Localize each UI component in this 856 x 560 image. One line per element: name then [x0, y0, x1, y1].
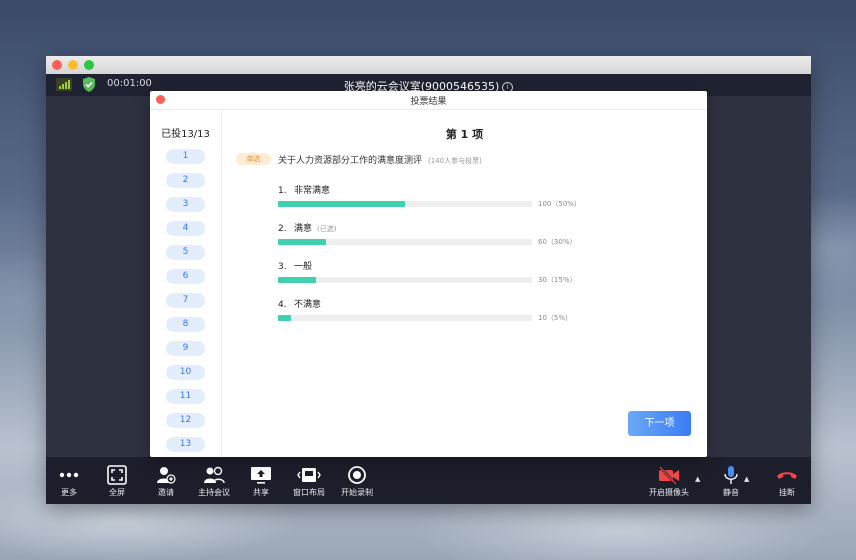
participant-count: (140人参与投票)	[428, 157, 482, 165]
single-choice-badge: 单选	[236, 153, 271, 165]
more-label: 更多	[61, 488, 77, 497]
result-bar	[278, 239, 532, 245]
fullscreen-button[interactable]: 全屏	[94, 465, 140, 498]
question-item[interactable]: 10	[166, 365, 205, 380]
camera-off-icon	[659, 466, 679, 485]
question-item[interactable]: 5	[166, 245, 205, 260]
invite-label: 邀请	[158, 488, 174, 497]
share-icon	[251, 467, 271, 484]
hangup-label: 挂断	[779, 488, 795, 497]
host-label: 主持会议	[198, 488, 230, 497]
hangup-icon	[777, 472, 797, 479]
question-item[interactable]: 4	[166, 221, 205, 236]
next-question-button[interactable]: 下一项	[628, 411, 691, 436]
camera-options-caret[interactable]: ▲	[695, 475, 700, 483]
camera-label: 开启摄像头	[649, 488, 689, 497]
result-bar-fill	[278, 201, 405, 207]
question-text: 关于人力资源部分工作的满意度测评 (140人参与投票)	[278, 153, 482, 166]
question-heading: 第 1 项	[445, 128, 484, 141]
record-label: 开始录制	[341, 488, 373, 497]
host-button[interactable]: 主持会议	[191, 465, 237, 498]
result-bar	[278, 201, 532, 207]
selected-note: (已选)	[317, 225, 337, 233]
minimize-window-button[interactable]	[68, 60, 78, 70]
question-item[interactable]: 1	[166, 149, 205, 164]
camera-button[interactable]: 开启摄像头	[644, 465, 694, 498]
result-bar	[278, 277, 532, 283]
result-stat: 100（50%）	[538, 200, 581, 208]
invite-button[interactable]: 邀请	[143, 465, 189, 498]
question-item[interactable]: 11	[166, 389, 205, 404]
question-item[interactable]: 12	[166, 413, 205, 428]
option-label: 3. 一般	[278, 259, 312, 272]
share-button[interactable]: 共享	[238, 465, 284, 498]
option-text: 一般	[294, 262, 313, 272]
result-stat: 10（5%）	[538, 314, 573, 322]
option-number: 2.	[278, 224, 287, 234]
result-bar-fill	[278, 277, 316, 283]
question-sidebar: 已投13/13 1 2 3 4 5 6 7 8 9 10 11 12 13	[150, 110, 222, 457]
layout-icon	[297, 468, 321, 482]
option-label: 1. 非常满意	[278, 183, 330, 196]
result-bar-fill	[278, 315, 291, 321]
vote-results-dialog: 投票结果 已投13/13 1 2 3 4 5 6 7 8 9 10 11 12 13 第 1 项 单选 …	[150, 91, 707, 457]
option-text: 不满意	[294, 300, 322, 310]
more-icon	[59, 472, 79, 478]
option-label: 4. 不满意	[278, 297, 321, 310]
fullscreen-label: 全屏	[109, 488, 125, 497]
zoom-window-button[interactable]	[84, 60, 94, 70]
window-titlebar	[46, 56, 811, 74]
microphone-icon	[724, 466, 738, 484]
close-window-button[interactable]	[52, 60, 62, 70]
record-button[interactable]: 开始录制	[334, 465, 380, 498]
result-stat: 30（15%）	[538, 276, 577, 284]
question-item[interactable]: 2	[166, 173, 205, 188]
meeting-toolbar: 更多 全屏 邀请 主持会议 共享 窗口布局 开始录制 开启摄像头 ▲ 静音 ▲ …	[46, 457, 811, 504]
question-item[interactable]: 3	[166, 197, 205, 212]
layout-button[interactable]: 窗口布局	[286, 465, 332, 498]
more-button[interactable]: 更多	[46, 465, 92, 498]
layout-label: 窗口布局	[293, 488, 325, 497]
result-bar	[278, 315, 532, 321]
question-title: 关于人力资源部分工作的满意度测评	[278, 156, 423, 166]
option-label: 2. 满意 (已选)	[278, 221, 336, 234]
dialog-header: 投票结果	[150, 91, 707, 110]
result-stat: 60（30%）	[538, 238, 577, 246]
question-item[interactable]: 7	[166, 293, 205, 308]
question-content: 第 1 项 单选 关于人力资源部分工作的满意度测评 (140人参与投票) 1. 非常…	[222, 110, 707, 457]
fullscreen-icon	[107, 465, 127, 485]
option-number: 3.	[278, 262, 287, 272]
option-text: 满意	[294, 224, 313, 234]
hangup-button[interactable]: 挂断	[764, 465, 810, 498]
question-item[interactable]: 8	[166, 317, 205, 332]
mic-label: 静音	[723, 488, 739, 497]
question-item[interactable]: 9	[166, 341, 205, 356]
question-item[interactable]: 13	[166, 437, 205, 452]
option-number: 4.	[278, 300, 287, 310]
result-bar-fill	[278, 239, 326, 245]
mic-options-caret[interactable]: ▲	[744, 475, 749, 483]
host-icon	[204, 466, 225, 484]
dialog-title: 投票结果	[410, 97, 447, 107]
option-number: 1.	[278, 186, 287, 196]
record-icon	[348, 466, 366, 484]
option-text: 非常满意	[294, 186, 331, 196]
voted-count: 已投13/13	[161, 129, 210, 140]
share-label: 共享	[253, 488, 269, 497]
question-item[interactable]: 6	[166, 269, 205, 284]
invite-icon	[157, 467, 176, 484]
